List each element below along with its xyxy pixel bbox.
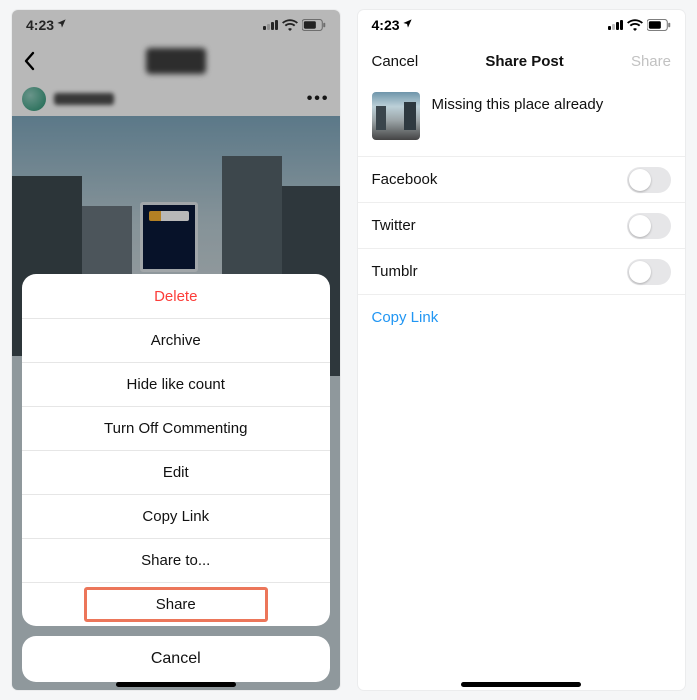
status-time-group: 4:23: [372, 17, 413, 33]
copy-link-row[interactable]: Copy Link: [358, 295, 686, 340]
share-nav-bar: Cancel Share Post Share: [358, 40, 686, 82]
option-label: Facebook: [372, 171, 438, 188]
share-option-tumblr: Tumblr: [358, 249, 686, 295]
action-label: Archive: [151, 332, 201, 349]
option-label: Twitter: [372, 217, 416, 234]
action-label: Turn Off Commenting: [104, 420, 247, 437]
share-option-facebook: Facebook: [358, 157, 686, 203]
battery-icon: [647, 19, 671, 31]
phone-actionsheet: 4:23 •••: [12, 10, 340, 690]
cancel-label: Cancel: [151, 650, 201, 668]
option-label: Tumblr: [372, 263, 418, 280]
action-label: Share: [156, 596, 196, 613]
action-edit[interactable]: Edit: [22, 450, 330, 494]
action-label: Hide like count: [127, 376, 225, 393]
share-destinations: Facebook Twitter Tumblr: [358, 156, 686, 295]
toggle-twitter[interactable]: [627, 213, 671, 239]
nav-title: Share Post: [485, 53, 563, 70]
caption-input[interactable]: Missing this place already: [432, 92, 604, 113]
copy-link-label: Copy Link: [372, 309, 439, 326]
cell-signal-icon: [608, 20, 623, 30]
status-time: 4:23: [372, 17, 400, 33]
caption-row: Missing this place already: [358, 82, 686, 156]
status-bar: 4:23: [358, 10, 686, 40]
toggle-tumblr[interactable]: [627, 259, 671, 285]
home-indicator[interactable]: [461, 682, 581, 687]
phone-share-post: 4:23 Cancel Share Post Share Missing thi…: [358, 10, 686, 690]
action-turn-off-commenting[interactable]: Turn Off Commenting: [22, 406, 330, 450]
action-hide-likes[interactable]: Hide like count: [22, 362, 330, 406]
action-sheet: Delete Archive Hide like count Turn Off …: [22, 274, 330, 682]
nav-share-button[interactable]: Share: [631, 53, 671, 70]
location-arrow-icon: [402, 18, 413, 32]
home-indicator[interactable]: [116, 682, 236, 687]
share-option-twitter: Twitter: [358, 203, 686, 249]
status-right-icons: [608, 19, 671, 31]
action-label: Copy Link: [142, 508, 209, 525]
action-sheet-main: Delete Archive Hide like count Turn Off …: [22, 274, 330, 626]
action-archive[interactable]: Archive: [22, 318, 330, 362]
action-share[interactable]: Share: [22, 582, 330, 626]
action-label: Edit: [163, 464, 189, 481]
toggle-facebook[interactable]: [627, 167, 671, 193]
nav-cancel-button[interactable]: Cancel: [372, 53, 419, 70]
post-thumbnail[interactable]: [372, 92, 420, 140]
action-sheet-cancel[interactable]: Cancel: [22, 636, 330, 682]
action-share-to[interactable]: Share to...: [22, 538, 330, 582]
action-label: Share to...: [141, 552, 210, 569]
action-copy-link[interactable]: Copy Link: [22, 494, 330, 538]
action-label: Delete: [154, 288, 197, 305]
wifi-icon: [627, 19, 643, 31]
action-delete[interactable]: Delete: [22, 274, 330, 318]
